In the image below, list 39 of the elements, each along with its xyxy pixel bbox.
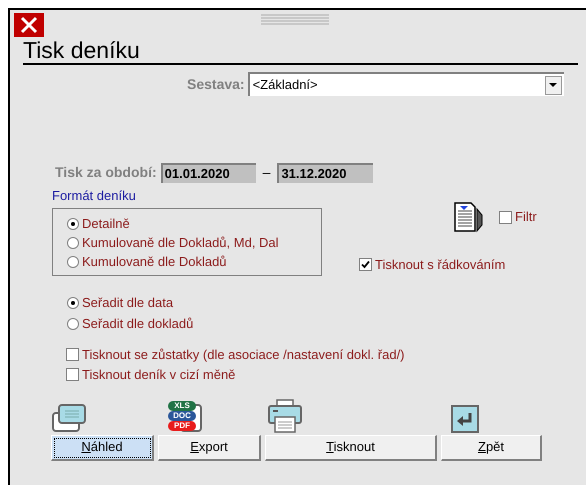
checkbox-label[interactable]: Tisknout se zůstatky (dle asociace /nastavení dokl. řad/) bbox=[82, 344, 405, 364]
filter-label[interactable]: Filtr bbox=[515, 207, 537, 227]
checkbox-label[interactable]: Tisknout deník v cizí měně bbox=[82, 364, 236, 384]
checkbox[interactable] bbox=[66, 368, 79, 381]
format-label: Formát deníku bbox=[52, 187, 137, 205]
printer-icon bbox=[267, 398, 303, 432]
date-dash: – bbox=[262, 163, 270, 182]
caret-down-icon bbox=[549, 83, 558, 87]
checkbox[interactable] bbox=[359, 258, 372, 272]
radio-button[interactable] bbox=[67, 256, 79, 268]
dropdown-arrow-button[interactable] bbox=[544, 76, 562, 94]
checkbox[interactable] bbox=[66, 348, 79, 361]
close-button[interactable] bbox=[14, 13, 44, 37]
dropdown-value: <Základní> bbox=[252, 76, 319, 94]
radio-label[interactable]: Seřadit dle data bbox=[82, 293, 174, 313]
drag-handle-icon[interactable] bbox=[261, 14, 329, 26]
date-from-field[interactable]: 01.01.2020 bbox=[160, 162, 256, 182]
radio-label[interactable]: Kumulovaně dle Dokladů, Md, Dal bbox=[82, 233, 279, 253]
checkbox[interactable] bbox=[499, 210, 512, 224]
radio-button[interactable] bbox=[67, 237, 79, 249]
preview-button[interactable]: Náhled bbox=[51, 434, 154, 460]
back-button[interactable]: Zpět bbox=[441, 434, 542, 460]
export-button[interactable]: Export bbox=[158, 434, 261, 460]
period-label: Tisk za období: bbox=[55, 163, 157, 182]
date-to-field[interactable]: 31.12.2020 bbox=[277, 162, 374, 182]
radio-label[interactable]: Seřadit dle dokladů bbox=[82, 314, 194, 334]
sestava-dropdown[interactable]: <Základní> bbox=[248, 72, 564, 96]
print-button[interactable]: Tisknout bbox=[265, 434, 437, 460]
windows-icon bbox=[51, 402, 87, 432]
line-spacing-label[interactable]: Tisknout s řádkováním bbox=[375, 255, 506, 274]
sestava-label: Sestava: bbox=[187, 74, 245, 94]
window-title: Tisk deníku bbox=[23, 37, 141, 63]
radio-label[interactable]: Kumulovaně dle Dokladů bbox=[82, 252, 227, 272]
radio-button[interactable] bbox=[67, 218, 79, 230]
radio-button[interactable] bbox=[67, 297, 79, 309]
close-icon bbox=[20, 16, 38, 34]
document-filter-icon[interactable] bbox=[452, 201, 484, 233]
radio-label[interactable]: Detailně bbox=[82, 214, 130, 234]
radio-button[interactable] bbox=[67, 318, 79, 330]
